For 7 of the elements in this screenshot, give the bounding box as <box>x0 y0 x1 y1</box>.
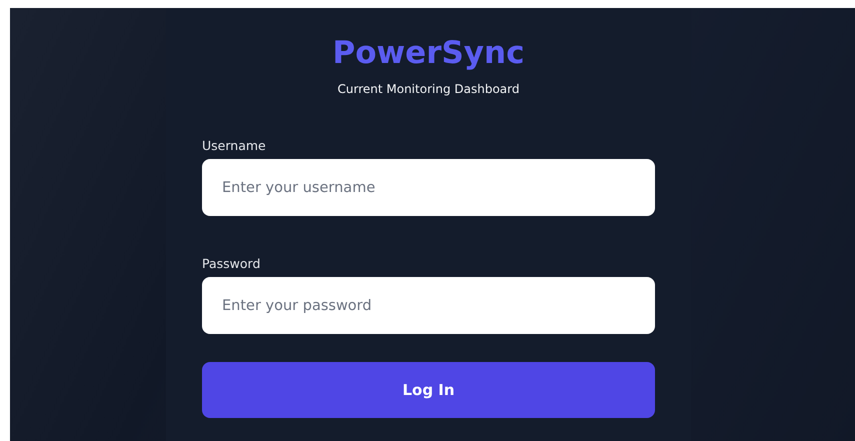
username-field[interactable]: Enter your username <box>202 159 655 216</box>
login-button[interactable]: Log In <box>202 362 655 418</box>
field-label: Password <box>202 256 262 271</box>
app-subtitle: Current Monitoring Dashboard <box>336 82 520 96</box>
password-field[interactable]: Enter your password <box>202 277 655 334</box>
app-title: PowerSync <box>332 34 526 72</box>
field-label: Username <box>202 138 267 153</box>
